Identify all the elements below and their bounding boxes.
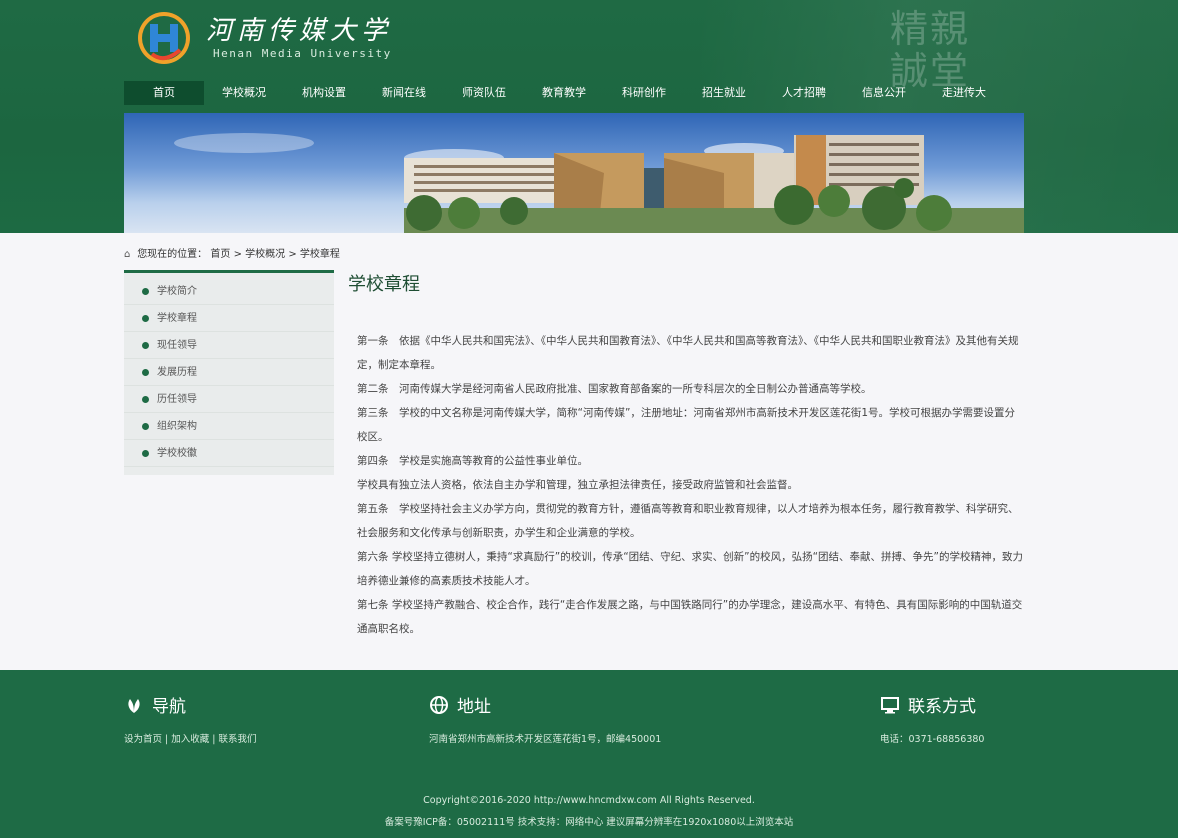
footer-contact-title: 联系方式 [908, 697, 976, 717]
calligraphy-decoration: 精親誠堂 [890, 7, 971, 93]
home-icon: ⌂ [124, 249, 131, 260]
breadcrumb-current: 学校章程 [299, 249, 340, 260]
globe-icon [430, 695, 448, 714]
nav-item-recruitment[interactable]: 人才招聘 [764, 81, 844, 105]
nav-item-departments[interactable]: 机构设置 [284, 81, 364, 105]
sidebar-item-intro[interactable]: 学校简介 [124, 278, 334, 305]
nav-item-education[interactable]: 教育教学 [524, 81, 604, 105]
footer-contact-text: 电话：0371-68856380 [880, 734, 985, 745]
campus-banner [124, 113, 1024, 233]
footer-nav-section: 导航 设为首页 | 加入收藏 | 联系我们 [124, 692, 256, 745]
footer-address-section: 地址 河南省郑州市高新技术开发区莲花街1号，邮编450001 [429, 692, 661, 745]
article-body: 第一条 依据《中华人民共和国宪法》、《中华人民共和国教育法》、《中华人民共和国高… [357, 329, 1025, 641]
sidebar-item-history[interactable]: 发展历程 [124, 359, 334, 386]
article-paragraph: 学校具有独立法人资格，依法自主办学和管理，独立承担法律责任，接受政府监管和社会监… [357, 479, 798, 491]
main-nav: 首页 学校概况 机构设置 新闻在线 师资队伍 教育教学 科研创作 招生就业 人才… [124, 81, 1024, 105]
site-name: 河南传媒大学 [206, 16, 393, 46]
site-footer: 导航 设为首页 | 加入收藏 | 联系我们 地址 河南省郑州市高新技术开发区莲花… [0, 670, 1178, 838]
campus-illustration [174, 133, 1024, 233]
nav-item-overview[interactable]: 学校概况 [204, 81, 284, 105]
breadcrumb-separator: > [288, 249, 297, 260]
breadcrumb-prefix: 您现在的位置： [137, 249, 208, 260]
university-logo[interactable] [136, 10, 192, 66]
sidebar-item-charter[interactable]: 学校章程 [124, 305, 334, 332]
site-name-english: Henan Media University [213, 47, 392, 60]
leaf-icon [128, 698, 140, 713]
sidebar-item-current-leaders[interactable]: 现任领导 [124, 332, 334, 359]
footer-copyright: Copyright©2016-2020 http://www.hncmdxw.c… [423, 795, 755, 806]
article-title: 学校章程 [348, 274, 420, 295]
article-paragraph: 第七条 学校坚持产教融合、校企合作，践行“走合作发展之路，与中国铁路同行”的办学… [357, 599, 1023, 635]
footer-address-text: 河南省郑州市高新技术开发区莲花街1号，邮编450001 [429, 734, 662, 745]
sidebar-item-emblem[interactable]: 学校校徽 [124, 440, 334, 467]
footer-icp: 备案号豫ICP备：05002111号 技术支持：网络中心 建议屏幕分辨率在192… [384, 817, 794, 828]
article-paragraph: 第四条 学校是实施高等教育的公益性事业单位。 [357, 455, 588, 467]
article-paragraph: 第一条 依据《中华人民共和国宪法》、《中华人民共和国教育法》、《中华人民共和国高… [357, 335, 1019, 371]
breadcrumb-overview[interactable]: 学校概况 [245, 249, 285, 260]
article-paragraph: 第五条 学校坚持社会主义办学方向，贯彻党的教育方针，遵循高等教育和职业教育规律，… [357, 503, 1019, 539]
footer-contact-section: 联系方式 电话：0371-68856380 [880, 692, 984, 745]
footer-nav-links[interactable]: 设为首页 | 加入收藏 | 联系我们 [124, 731, 256, 745]
breadcrumb-separator: > [233, 249, 242, 260]
nav-item-research[interactable]: 科研创作 [604, 81, 684, 105]
nav-item-about[interactable]: 走进传大 [924, 81, 1004, 105]
sidebar-item-organization[interactable]: 组织架构 [124, 413, 334, 440]
article-paragraph: 第二条 河南传媒大学是经河南省人民政府批准、国家教育部备案的一所专科层次的全日制… [357, 383, 872, 395]
footer-address-title: 地址 [457, 697, 491, 717]
sidebar-item-former-leaders[interactable]: 历任领导 [124, 386, 334, 413]
nav-item-disclosure[interactable]: 信息公开 [844, 81, 924, 105]
article-paragraph: 第三条 学校的中文名称是河南传媒大学，简称“河南传媒”，注册地址：河南省郑州市高… [357, 407, 1016, 443]
breadcrumb: ⌂ 您现在的位置： 首页 > 学校概况 > 学校章程 [124, 245, 340, 260]
monitor-icon [881, 696, 899, 713]
main-content: ⌂ 您现在的位置： 首页 > 学校概况 > 学校章程 学校简介 学校章程 现任领… [0, 233, 1178, 670]
sidebar-menu: 学校简介 学校章程 现任领导 发展历程 历任领导 组织架构 学校校徽 [124, 270, 334, 475]
nav-item-home[interactable]: 首页 [124, 81, 204, 105]
site-header: 精親誠堂 河南传媒大学 Henan Media University 首页 学校… [0, 0, 1178, 233]
nav-item-news[interactable]: 新闻在线 [364, 81, 444, 105]
footer-nav-title: 导航 [152, 697, 186, 717]
breadcrumb-home[interactable]: 首页 [210, 249, 230, 260]
nav-item-faculty[interactable]: 师资队伍 [444, 81, 524, 105]
nav-item-admissions[interactable]: 招生就业 [684, 81, 764, 105]
article-paragraph: 第六条 学校坚持立德树人，秉持“求真励行”的校训，传承“团结、守纪、求实、创新”… [357, 551, 1023, 587]
